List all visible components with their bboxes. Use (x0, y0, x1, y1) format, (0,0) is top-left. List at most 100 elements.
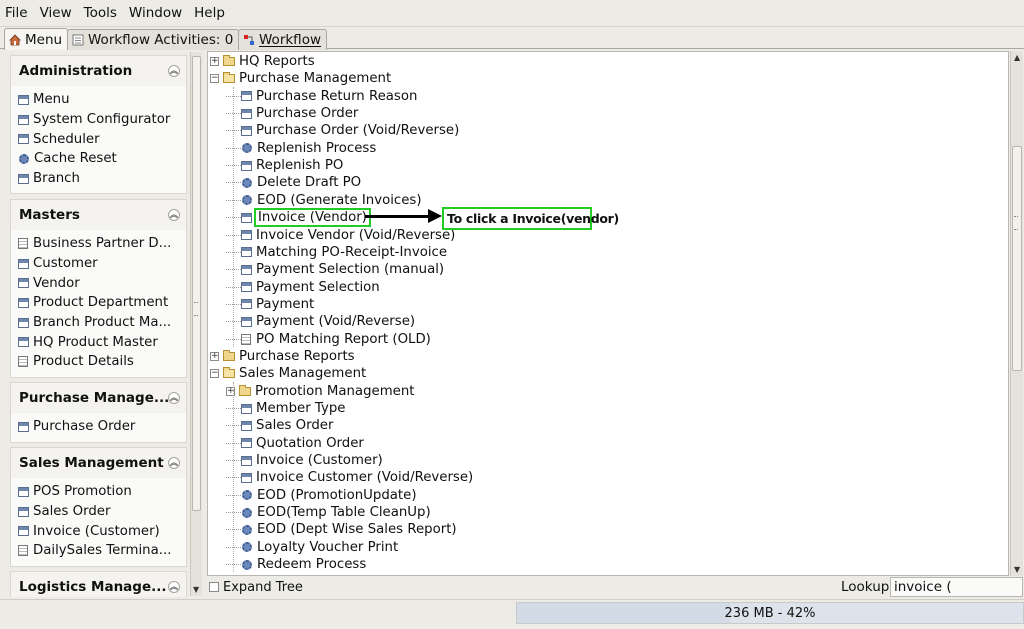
tree-item-purchase-reports[interactable]: + Purchase Reports (210, 348, 355, 365)
tree-item-payment-selection[interactable]: Payment Selection (226, 279, 380, 296)
section-administration-header[interactable]: Administration ︽ (11, 56, 186, 86)
menu-view[interactable]: View (40, 5, 72, 21)
collapse-icon[interactable]: ︽ (168, 581, 180, 593)
scroll-down-icon[interactable]: ▼ (193, 585, 199, 594)
document-icon (18, 238, 28, 250)
tab-menu[interactable]: Menu (4, 28, 69, 50)
tree-item-sales-order[interactable]: Sales Order (226, 417, 333, 434)
tree-item-invoice-customer-void-reverse[interactable]: Invoice Customer (Void/Reverse) (226, 469, 473, 486)
home-icon (9, 33, 21, 46)
sidebar-item-system-configurator[interactable]: System Configurator (11, 110, 186, 130)
collapse-icon[interactable]: − (210, 369, 219, 379)
tree-item-matching-po-receipt-invoice[interactable]: Matching PO-Receipt-Invoice (226, 244, 447, 261)
tree-item-label: Invoice Vendor (Void/Reverse) (256, 227, 456, 243)
gear-icon (242, 143, 252, 154)
expand-icon[interactable]: + (210, 351, 219, 361)
tree-item-label: Sales Management (239, 366, 367, 382)
scroll-down-icon[interactable]: ▼ (1014, 565, 1020, 574)
tree-item-replenish-process[interactable]: Replenish Process (226, 140, 376, 157)
sidebar-item-label: Product Details (33, 354, 134, 370)
tree-item-redeem-process[interactable]: Redeem Process (226, 556, 366, 573)
tree-item-label: HQ Reports (239, 54, 315, 69)
tab-workflow-activities[interactable]: Workflow Activities: 0 (67, 29, 240, 50)
collapse-icon[interactable]: ︽ (168, 209, 180, 221)
menu-window[interactable]: Window (129, 5, 182, 21)
memory-fill (517, 603, 730, 623)
tree-item-member-type[interactable]: Member Type (226, 400, 345, 417)
sidebar-item-menu[interactable]: Menu (11, 90, 186, 110)
tree-item-invoice-vendor[interactable]: Invoice (Vendor) (226, 208, 371, 228)
sidebar-item-product-details[interactable]: Product Details (11, 352, 186, 372)
section-purchase-management-header[interactable]: Purchase Manage... ︽ (11, 383, 186, 413)
tree-item-purchase-order-void-reverse[interactable]: Purchase Order (Void/Reverse) (226, 122, 459, 139)
sidebar-item-customer[interactable]: Customer (11, 254, 186, 274)
menu-help[interactable]: Help (194, 5, 225, 21)
tree-item-eod-generate-invoices[interactable]: EOD (Generate Invoices) (226, 192, 422, 209)
tree-item-purchase-management[interactable]: − Purchase Management (210, 70, 391, 87)
sidebar-item-cache-reset[interactable]: Cache Reset (11, 149, 186, 169)
section-logistics-management-header[interactable]: Logistics Manage... ︽ (11, 572, 186, 597)
tree-scrollbar[interactable]: ▲ ▼ (1010, 51, 1023, 576)
scrollbar-thumb[interactable] (1012, 146, 1022, 371)
gear-icon (242, 542, 252, 553)
tree-item-quotation-order[interactable]: Quotation Order (226, 435, 364, 452)
tree-item-loyalty-voucher-print[interactable]: Loyalty Voucher Print (226, 539, 398, 556)
sidebar-item-vendor[interactable]: Vendor (11, 273, 186, 293)
lookup-input[interactable] (890, 577, 1023, 597)
tree-item-delete-draft-po[interactable]: Delete Draft PO (226, 174, 361, 191)
memory-indicator[interactable]: 236 MB - 42% (516, 602, 1024, 624)
tree-item-payment[interactable]: Payment (226, 296, 314, 313)
window-icon (18, 421, 29, 432)
menu-tools[interactable]: Tools (84, 5, 117, 21)
tree-item-label: Sales Order (256, 418, 334, 434)
sidebar-item-sales-order[interactable]: Sales Order (11, 502, 186, 522)
expand-tree-checkbox[interactable] (209, 582, 219, 592)
tab-workflow[interactable]: Workflow (238, 29, 327, 50)
sidebar-item-branch-product[interactable]: Branch Product Ma... (11, 313, 186, 333)
scrollbar-grip (194, 302, 198, 316)
window-icon (18, 297, 29, 308)
left-panel: Administration ︽ Menu System Configurato… (4, 50, 189, 597)
tree-item-invoice-customer[interactable]: Invoice (Customer) (226, 452, 383, 469)
sidebar-item-branch[interactable]: Branch (11, 169, 186, 189)
tree-item-payment-void-reverse[interactable]: Payment (Void/Reverse) (226, 313, 415, 330)
scrollbar-thumb[interactable] (192, 56, 201, 511)
tree-item-promotion-management[interactable]: + Promotion Management (226, 383, 414, 400)
gear-icon (242, 559, 252, 570)
sidebar-item-hq-product-master[interactable]: HQ Product Master (11, 332, 186, 352)
gear-icon (242, 507, 252, 518)
sidebar-item-pos-promotion[interactable]: POS Promotion (11, 482, 186, 502)
window-icon (18, 486, 29, 497)
sidebar-item-scheduler[interactable]: Scheduler (11, 129, 186, 149)
section-masters-header[interactable]: Masters ︽ (11, 200, 186, 230)
tree-item-replenish-po[interactable]: Replenish PO (226, 157, 343, 174)
expand-icon[interactable]: + (210, 57, 219, 66)
tree-item-hq-reports[interactable]: + HQ Reports (210, 53, 315, 70)
tree-item-label: Loyalty Voucher Print (257, 539, 399, 555)
tree-item-eod-temp-table-cleanup[interactable]: EOD(Temp Table CleanUp) (226, 504, 431, 521)
sidebar-item-product-department[interactable]: Product Department (11, 293, 186, 313)
tree-item-eod-promotionupdate[interactable]: EOD (PromotionUpdate) (226, 487, 417, 504)
tree-item-purchase-return-reason[interactable]: Purchase Return Reason (226, 88, 417, 105)
menu-file[interactable]: File (5, 5, 28, 21)
window-icon (241, 455, 252, 466)
sidebar-item-dailysales-terminal[interactable]: DailySales Termina... (11, 541, 186, 561)
collapse-icon[interactable]: ︽ (168, 457, 180, 469)
collapse-icon[interactable]: − (210, 74, 219, 84)
tree-item-payment-selection-manual[interactable]: Payment Selection (manual) (226, 261, 444, 278)
gear-icon (242, 524, 252, 535)
tree-item-eod-dept-wise-sales-report[interactable]: EOD (Dept Wise Sales Report) (226, 521, 457, 538)
tree-item-purchase-order[interactable]: Purchase Order (226, 105, 358, 122)
tab-bar: Menu Workflow Activities: 0 Workflow (0, 27, 1024, 50)
collapse-icon[interactable]: ︽ (168, 392, 180, 404)
scroll-up-icon[interactable]: ▲ (1014, 53, 1020, 62)
section-sales-management-header[interactable]: Sales Management ︽ (11, 448, 186, 478)
tree-item-sales-management[interactable]: − Sales Management (210, 365, 366, 382)
left-panel-scrollbar[interactable]: ▼ (190, 52, 202, 596)
sidebar-item-business-partner[interactable]: Business Partner D... (11, 234, 186, 254)
tree-item-invoice-vendor-void-reverse[interactable]: Invoice Vendor (Void/Reverse) (226, 227, 455, 244)
sidebar-item-purchase-order[interactable]: Purchase Order (11, 417, 186, 437)
sidebar-item-invoice-customer[interactable]: Invoice (Customer) (11, 521, 186, 541)
collapse-icon[interactable]: ︽ (168, 65, 180, 77)
tree-item-po-matching-report-old[interactable]: PO Matching Report (OLD) (226, 331, 431, 348)
